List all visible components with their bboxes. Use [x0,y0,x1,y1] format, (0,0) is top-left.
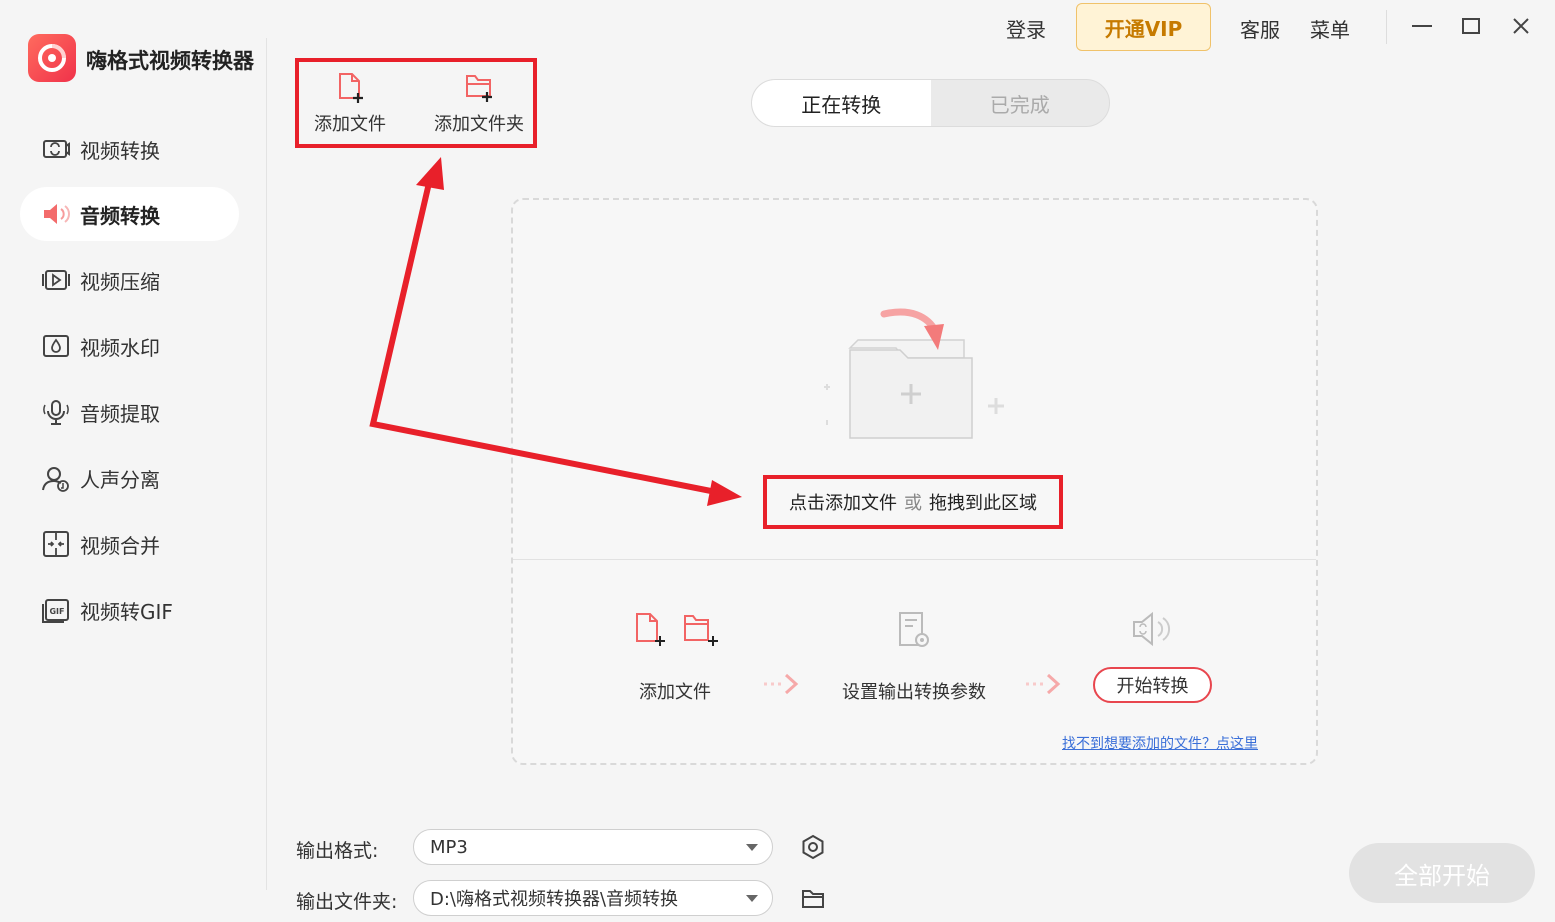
output-format-select[interactable]: MP3 [413,829,773,865]
step-add-file-label: 添加文件 [639,682,711,703]
sidebar-item-video-compress[interactable]: 视频压缩 [20,253,239,307]
start-all-button[interactable]: 全部开始 [1349,843,1535,903]
sidebar-item-video-convert[interactable]: 视频转换 [20,122,239,176]
sidebar-item-label: 音频转换 [80,203,160,228]
chevron-down-icon [746,844,758,851]
video-compress-icon [42,270,70,290]
topbar-divider [1386,10,1387,44]
step-audio-convert-icon [1133,611,1170,647]
menu-link[interactable]: 菜单 [1310,14,1350,43]
sidebar-item-label: 视频转换 [80,138,160,163]
sidebar-item-label: 音频提取 [80,401,160,426]
vocal-separate-icon [42,467,69,492]
folder-add-illustration-icon [824,308,1004,439]
close-icon[interactable] [1507,12,1535,40]
format-settings-icon[interactable] [800,834,826,860]
app-logo-icon [38,44,66,72]
sidebar-item-video-merge[interactable]: 视频合并 [20,517,239,571]
sidebar-item-label: 视频合并 [80,533,160,558]
audio-extract-icon [43,400,69,425]
help-link[interactable]: 找不到想要添加的文件？点这里 [1062,733,1258,753]
output-folder-select[interactable]: D:\嗨格式视频转换器\音频转换 [413,880,773,916]
tab-completed[interactable]: 已完成 [931,80,1110,126]
output-format-value: MP3 [430,836,468,858]
output-format-label: 输出格式: [296,840,379,862]
video-merge-icon [43,531,69,557]
open-folder-icon[interactable] [800,886,826,912]
tab-converting[interactable]: 正在转换 [752,80,931,126]
output-folder-value: D:\嗨格式视频转换器\音频转换 [430,889,679,910]
audio-convert-icon [44,204,70,224]
annotation-arrowhead-up [416,157,444,190]
step-add-file-icon [636,613,718,646]
sidebar-item-audio-extract[interactable]: 音频提取 [20,385,239,439]
sidebar-item-label: 视频转GIF [80,599,173,624]
login-link[interactable]: 登录 [1006,14,1046,43]
drop-zone-divider [513,559,1316,560]
chevron-down-icon [746,895,758,902]
maximize-icon[interactable] [1457,12,1485,40]
minimize-icon[interactable] [1408,12,1436,40]
annotation-box-dropzone [763,475,1063,529]
sidebar-item-video-watermark[interactable]: 视频水印 [20,319,239,373]
step-settings-label: 设置输出转换参数 [842,682,986,703]
sidebar-item-label: 视频水印 [80,335,160,360]
step-settings-icon [899,612,929,647]
step-arrow-icon [764,673,799,695]
sidebar-item-vocal-separate[interactable]: 人声分离 [20,451,239,505]
sidebar-item-label: 人声分离 [80,467,160,492]
sidebar-item-video-gif[interactable]: GIF 视频转GIF [20,583,239,637]
sidebar-item-label: 视频压缩 [80,269,160,294]
sidebar-divider [266,38,267,890]
conversion-tabs: 正在转换 已完成 [751,79,1110,127]
video-gif-icon: GIF [42,599,69,623]
customer-service-link[interactable]: 客服 [1240,14,1280,43]
vip-button[interactable]: 开通VIP [1076,3,1211,51]
sidebar: 嗨格式视频转换器 视频转换 音频转换 视频压缩 视频水印 音频提取 人声分离 视… [0,0,267,922]
video-watermark-icon [43,335,69,357]
svg-text:GIF: GIF [49,607,64,616]
start-convert-button[interactable]: 开始转换 [1093,667,1212,703]
annotation-box-toolbar [295,58,537,148]
output-folder-label: 输出文件夹: [296,891,398,913]
video-convert-icon [43,140,70,158]
sidebar-item-audio-convert[interactable]: 音频转换 [20,187,239,241]
app-logo [28,34,76,82]
step-arrow-icon [1026,673,1061,695]
app-title: 嗨格式视频转换器 [86,49,254,73]
